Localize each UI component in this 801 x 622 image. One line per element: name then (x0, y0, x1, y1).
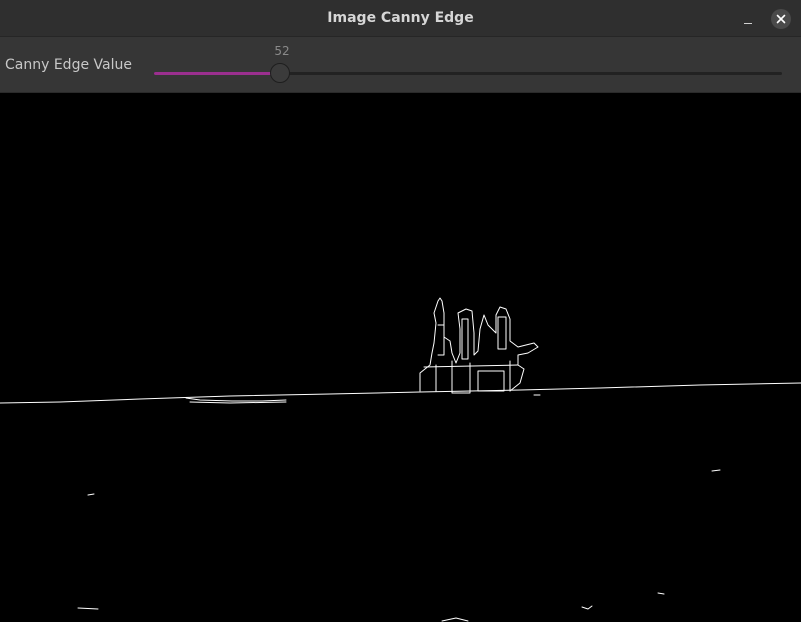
edge-image-canvas (0, 297, 801, 622)
trackbar-value: 52 (274, 44, 290, 58)
platform-tower (437, 324, 445, 356)
minimize-button[interactable] (740, 11, 756, 27)
platform-deck (423, 364, 519, 368)
title-bar[interactable]: Image Canny Edge (0, 0, 801, 37)
canny-window: Image Canny Edge Canny Edge Value 52 (0, 0, 801, 622)
wake-edge (185, 397, 287, 402)
speck-edge (87, 493, 95, 496)
edge-image (0, 93, 801, 622)
platform-column (461, 318, 469, 360)
platform-box (477, 370, 505, 392)
speck-edge (77, 607, 99, 610)
close-icon (776, 14, 786, 24)
canny-slider-fill (154, 72, 280, 75)
trackbar-label: Canny Edge Value (5, 57, 132, 73)
wake-edge-2 (189, 401, 287, 404)
horizon-edge (0, 382, 801, 404)
trackbar-panel: Canny Edge Value 52 (0, 37, 801, 93)
window-title: Image Canny Edge (327, 10, 474, 26)
canny-slider-track[interactable] (154, 63, 782, 83)
platform-edge (419, 297, 539, 392)
speck-edge (581, 605, 593, 610)
close-button[interactable] (771, 9, 791, 29)
platform-column-2 (497, 316, 507, 350)
speck-edge (441, 617, 469, 622)
minimize-icon (744, 22, 752, 24)
canny-slider-thumb[interactable] (270, 63, 290, 83)
speck-edge (711, 469, 721, 472)
speck-edge (657, 592, 665, 595)
